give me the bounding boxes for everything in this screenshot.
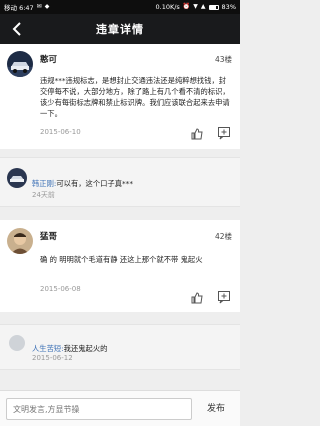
reply-item: 人生苦短:我还鬼起火的 2015-06-12 — [0, 324, 240, 370]
message-icon: ◆ — [44, 3, 50, 10]
comment-text: 确 的 明明就个毛道有静 还这上那个就不带 鬼起火 — [40, 255, 203, 264]
username[interactable]: 猛哥 — [40, 230, 57, 242]
car-avatar-icon — [7, 51, 33, 77]
thumbs-up-icon — [191, 128, 203, 140]
wifi-icon: ▼ — [193, 3, 198, 10]
comment-input-bar: 发布 — [0, 390, 240, 426]
page-title: 违章详情 — [96, 23, 144, 36]
floor-number: 42楼 — [214, 232, 232, 241]
signal-icon: ▲ — [200, 3, 206, 10]
comment-list[interactable]: 憨可 43楼 违规***违规标志，是想封止交通违法还是纯粹想找钱，封交停每不说，… — [0, 44, 240, 390]
avatar[interactable] — [7, 51, 33, 77]
reply-avatar[interactable] — [9, 335, 25, 351]
like-button[interactable] — [190, 290, 204, 304]
reply-date: 24天前 — [32, 191, 55, 199]
nav-bar: 违章详情 — [0, 14, 240, 44]
network-speed: 0.10K/s — [155, 3, 180, 11]
comment-text: 违规***违规标志，是想封止交通违法还是纯粹想找钱，封交停每不说，大部分地方，除… — [40, 76, 230, 118]
battery-level: 83% — [221, 3, 236, 11]
like-button[interactable] — [190, 126, 204, 140]
carrier-time: 移动 6:47 — [4, 4, 34, 12]
comment-date: 2015-06-10 — [40, 128, 81, 136]
username[interactable]: 憨可 — [40, 53, 57, 65]
notification-icon: ✉ — [36, 3, 42, 10]
reply-text: 可以有，这个口子真*** — [56, 179, 133, 188]
back-arrow-icon — [12, 22, 21, 36]
send-button[interactable]: 发布 — [198, 398, 234, 420]
status-left: 移动 6:47 ✉ ◆ — [4, 2, 50, 13]
floor-number: 43楼 — [214, 55, 232, 64]
battery-icon — [208, 4, 219, 10]
alarm-icon: ⏰ — [182, 3, 191, 10]
status-bar: 移动 6:47 ✉ ◆ 0.10K/s ⏰ ▼ ▲ 83% — [0, 0, 240, 14]
back-button[interactable] — [8, 20, 26, 38]
reply-text: 我还鬼起火的 — [63, 344, 108, 353]
reply-button[interactable] — [217, 289, 231, 304]
person-avatar-icon — [7, 228, 33, 254]
avatar[interactable] — [7, 228, 33, 254]
comment-date: 2015-06-08 — [40, 285, 81, 293]
reply-avatar[interactable] — [7, 168, 27, 188]
thumbs-up-icon — [191, 292, 203, 304]
comment-item: 憨可 43楼 违规***违规标志，是想封止交通违法还是纯粹想找钱，封交停每不说，… — [0, 44, 240, 149]
reply-content: 韩正刚:可以有，这个口子真*** — [32, 171, 232, 190]
status-right: 0.10K/s ⏰ ▼ ▲ 83% — [156, 3, 237, 11]
reply-content: 人生苦短:我还鬼起火的 — [32, 336, 232, 355]
car-avatar-icon — [7, 168, 27, 188]
comment-item: 猛哥 42楼 确 的 明明就个毛道有静 还这上那个就不带 鬼起火 2015-06… — [0, 220, 240, 312]
reply-username[interactable]: 韩正刚: — [32, 179, 56, 188]
reply-username[interactable]: 人生苦短: — [32, 344, 64, 353]
reply-item: 韩正刚:可以有，这个口子真*** 24天前 — [0, 157, 240, 207]
comment-add-icon — [218, 291, 230, 304]
reply-button[interactable] — [217, 125, 231, 140]
comment-input[interactable] — [6, 398, 192, 420]
reply-date: 2015-06-12 — [32, 354, 73, 362]
comment-add-icon — [218, 127, 230, 140]
